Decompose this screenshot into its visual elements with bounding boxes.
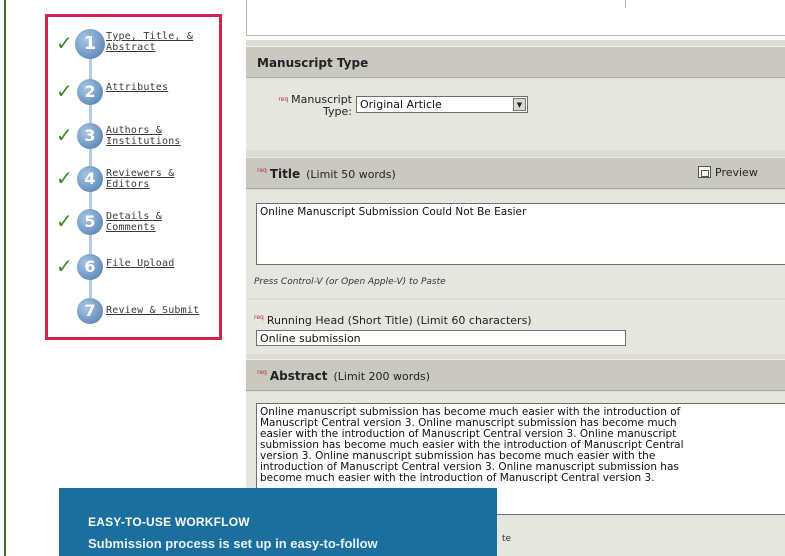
paste-hint: Press Control-V (or Open Apple-V) to Pas… [254,277,446,287]
abstract-line: become much easier with the introduction… [260,472,655,484]
section-title: req Abstract (Limit 200 words) [257,369,431,383]
caption-title: EASY-TO-USE WORKFLOW [88,515,250,529]
step-3-label[interactable]: Authors & Institutions [106,125,181,147]
check-icon: ✓ [56,79,73,103]
step-2-label[interactable]: Attributes [106,82,168,93]
step-4[interactable]: ✓ 4 Reviewers & Editors [48,166,223,206]
check-icon: ✓ [56,166,73,190]
running-head-input[interactable]: Online submission [256,330,626,346]
step-2[interactable]: ✓ 2 Attributes [48,79,223,119]
step-5[interactable]: ✓ 5 Details & Comments [48,209,223,249]
required-marker: req [254,314,264,321]
step-number-badge: 7 [77,298,103,324]
required-marker: req [257,369,267,376]
step-5-label[interactable]: Details & Comments [106,211,162,233]
workflow-caption: EASY-TO-USE WORKFLOW Submission process … [59,488,497,556]
step-number-badge: 1 [75,29,105,59]
partial-label: te [502,534,512,544]
step-1[interactable]: ✓ 1 Type, Title, & Abstract [48,29,223,71]
step-3[interactable]: ✓ 3 Authors & Institutions [48,123,223,163]
step-6-label[interactable]: File Upload [106,258,174,269]
caption-text: Submission process is set up in easy-to-… [88,536,378,551]
top-panel [246,0,785,36]
submission-form: Manuscript Type req Manuscript Type: Origi… [246,0,785,556]
dropdown-arrow-icon[interactable]: ▼ [513,98,526,111]
step-number-badge: 6 [77,254,103,280]
section-title: Manuscript Type [257,56,369,70]
required-marker: req [278,96,289,103]
check-icon: ✓ [56,254,73,278]
preview-icon [698,166,711,178]
selected-value: Original Article [360,98,442,111]
step-number-badge: 5 [77,209,103,235]
manuscript-type-select[interactable]: Original Article ▼ [356,96,528,113]
manuscript-type-label: req Manuscript Type: [278,93,352,118]
preview-button[interactable]: Preview [698,166,758,179]
required-marker: req [257,167,267,174]
title-textarea[interactable]: Online Manuscript Submission Could Not B… [256,203,785,265]
step-7[interactable]: 7 Review & Submit [48,298,223,338]
step-number-badge: 4 [77,166,103,192]
step-number-badge: 3 [77,123,103,149]
step-6[interactable]: ✓ 6 File Upload [48,254,223,294]
check-icon: ✓ [56,209,73,233]
step-4-label[interactable]: Reviewers & Editors [106,168,174,190]
step-navigator: ✓ 1 Type, Title, & Abstract ✓ 2 Attribute… [45,14,222,340]
section-title: req Title (Limit 50 words) [257,167,396,181]
step-7-label[interactable]: Review & Submit [106,305,199,316]
step-1-label[interactable]: Type, Title, & Abstract [106,31,193,53]
abstract-header: req Abstract (Limit 200 words) [246,359,785,391]
check-icon: ✓ [56,31,73,55]
check-icon: ✓ [56,123,73,147]
step-number-badge: 2 [77,79,103,105]
divider [625,0,626,8]
running-head-label: req Running Head (Short Title) (Limit 60 … [254,314,532,327]
manuscript-type-header: Manuscript Type [246,46,785,78]
